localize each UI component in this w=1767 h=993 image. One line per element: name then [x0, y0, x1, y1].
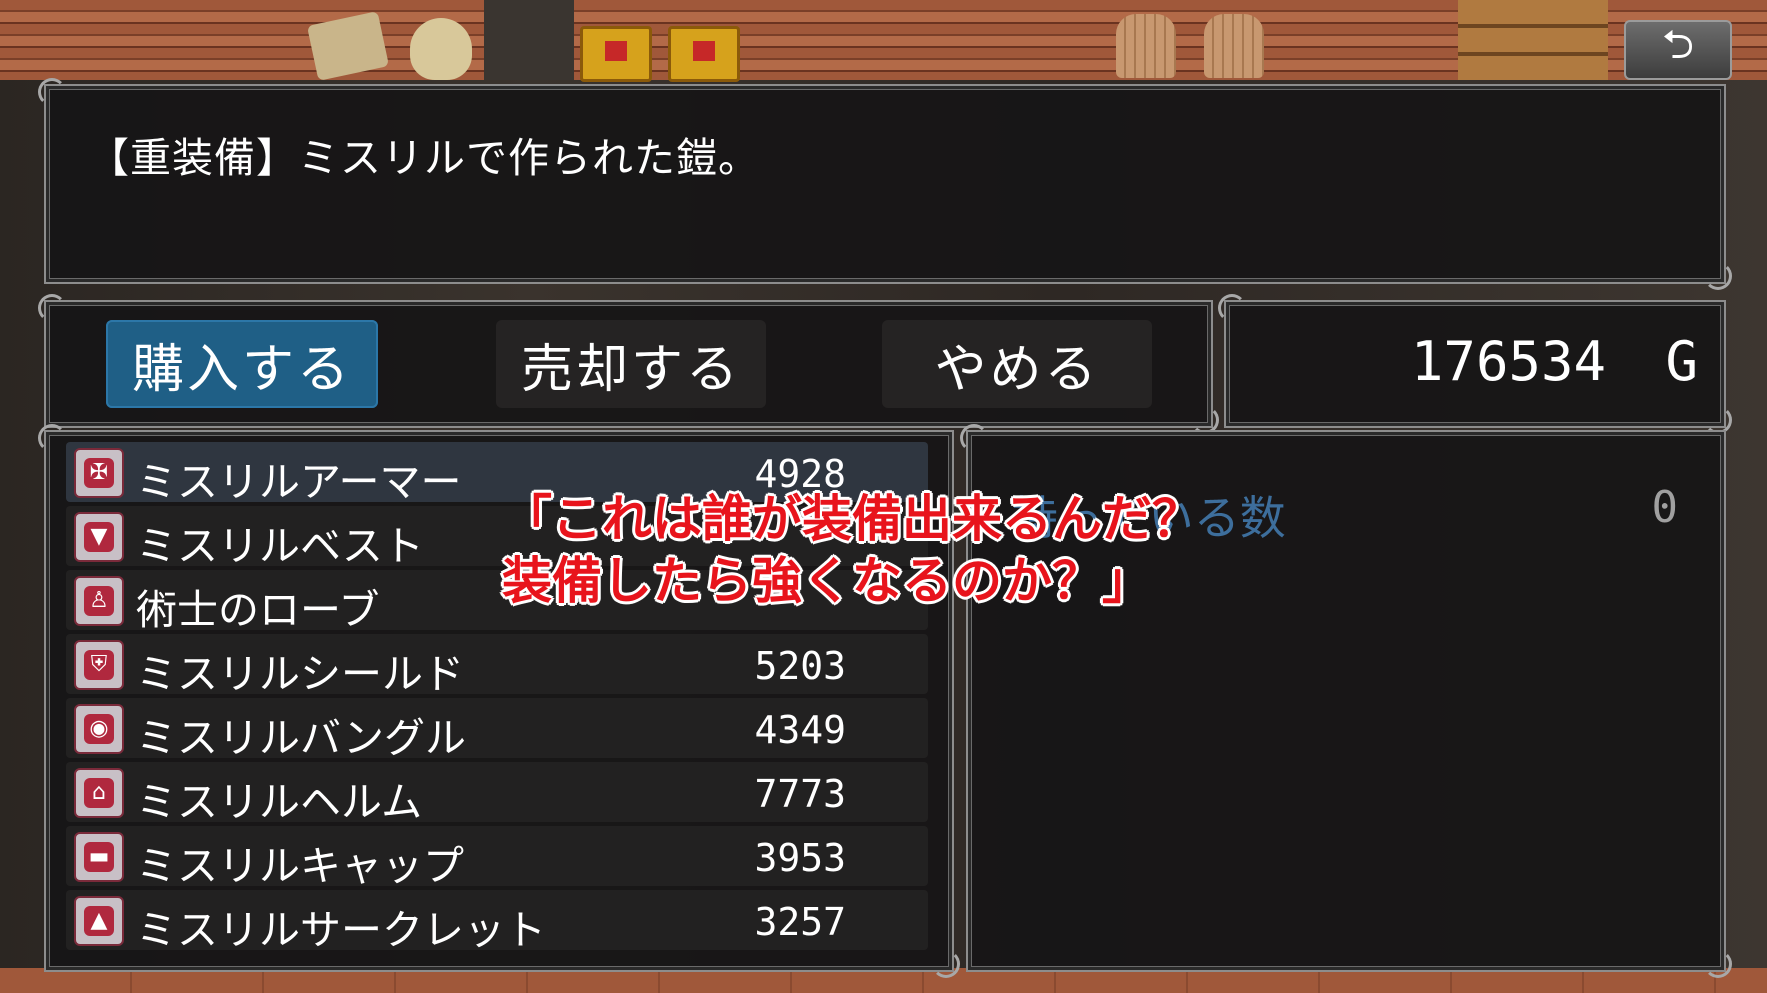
description-window: 【重装備】ミスリルで作られた鎧。 — [38, 78, 1732, 290]
armor-icon: ✠ — [74, 448, 124, 498]
item-name: ミスリルキャップ — [136, 842, 464, 890]
bangle-icon: ◉ — [74, 704, 124, 754]
gold-unit: G — [1665, 330, 1698, 393]
shelf-decoration — [1458, 0, 1608, 80]
item-price: 4349 — [754, 708, 846, 752]
item-price: 5203 — [754, 644, 846, 688]
item-name: ミスリルバングル — [136, 714, 467, 762]
gold-amount: 176534 — [1410, 330, 1606, 393]
item-name: ミスリルサークレット — [136, 906, 546, 954]
quit-button[interactable]: やめる — [882, 320, 1152, 408]
bundle-decoration — [1204, 14, 1264, 78]
item-name: ミスリルアーマー — [136, 458, 462, 506]
item-name: 術士のローブ — [136, 586, 380, 634]
vest-icon: ▼ — [74, 512, 124, 562]
chest-decoration — [580, 26, 652, 82]
item-description: 【重装備】ミスリルで作られた鎧。 — [88, 134, 760, 182]
sack-decoration — [410, 18, 472, 80]
item-row[interactable]: ◉ ミスリルバングル 4349 — [66, 698, 928, 762]
item-row[interactable]: ⌂ ミスリルヘルム 7773 — [66, 762, 928, 826]
wall-pillar — [484, 0, 574, 80]
item-row[interactable]: ▲ ミスリルサークレット 3257 — [66, 890, 928, 954]
back-button[interactable]: ⮌ — [1624, 20, 1732, 80]
item-name: ミスリルシールド — [136, 650, 464, 698]
item-price: 3953 — [754, 836, 846, 880]
commentary-line: 「これは誰が装備出来るんだ？ — [502, 490, 1202, 548]
commentary-line: 装備したら強くなるのか？」 — [502, 552, 1152, 610]
bundle-decoration — [1116, 14, 1176, 78]
back-arrow-icon: ⮌ — [1661, 22, 1695, 68]
commentary-overlay: 「これは誰が装備出来るんだ？ 装備したら強くなるのか？」 — [502, 488, 1262, 612]
item-row[interactable]: ▬ ミスリルキャップ 3953 — [66, 826, 928, 890]
owned-count-value: 0 — [1651, 482, 1679, 533]
robe-icon: ♙ — [74, 576, 124, 626]
chest-decoration — [668, 26, 740, 82]
buy-button[interactable]: 購入する — [106, 320, 378, 408]
cap-icon: ▬ — [74, 832, 124, 882]
item-name: ミスリルヘルム — [136, 778, 423, 826]
helm-icon: ⌂ — [74, 768, 124, 818]
shield-icon: ⛨ — [74, 640, 124, 690]
sell-button[interactable]: 売却する — [496, 320, 766, 408]
item-row[interactable]: ⛨ ミスリルシールド 5203 — [66, 634, 928, 698]
item-price: 7773 — [754, 772, 846, 816]
circlet-icon: ▲ — [74, 896, 124, 946]
command-window: 購入する 売却する やめる — [38, 294, 1219, 434]
item-price: 3257 — [754, 900, 846, 944]
item-name: ミスリルベスト — [136, 522, 424, 570]
gold-window: 176534 G — [1218, 294, 1732, 434]
